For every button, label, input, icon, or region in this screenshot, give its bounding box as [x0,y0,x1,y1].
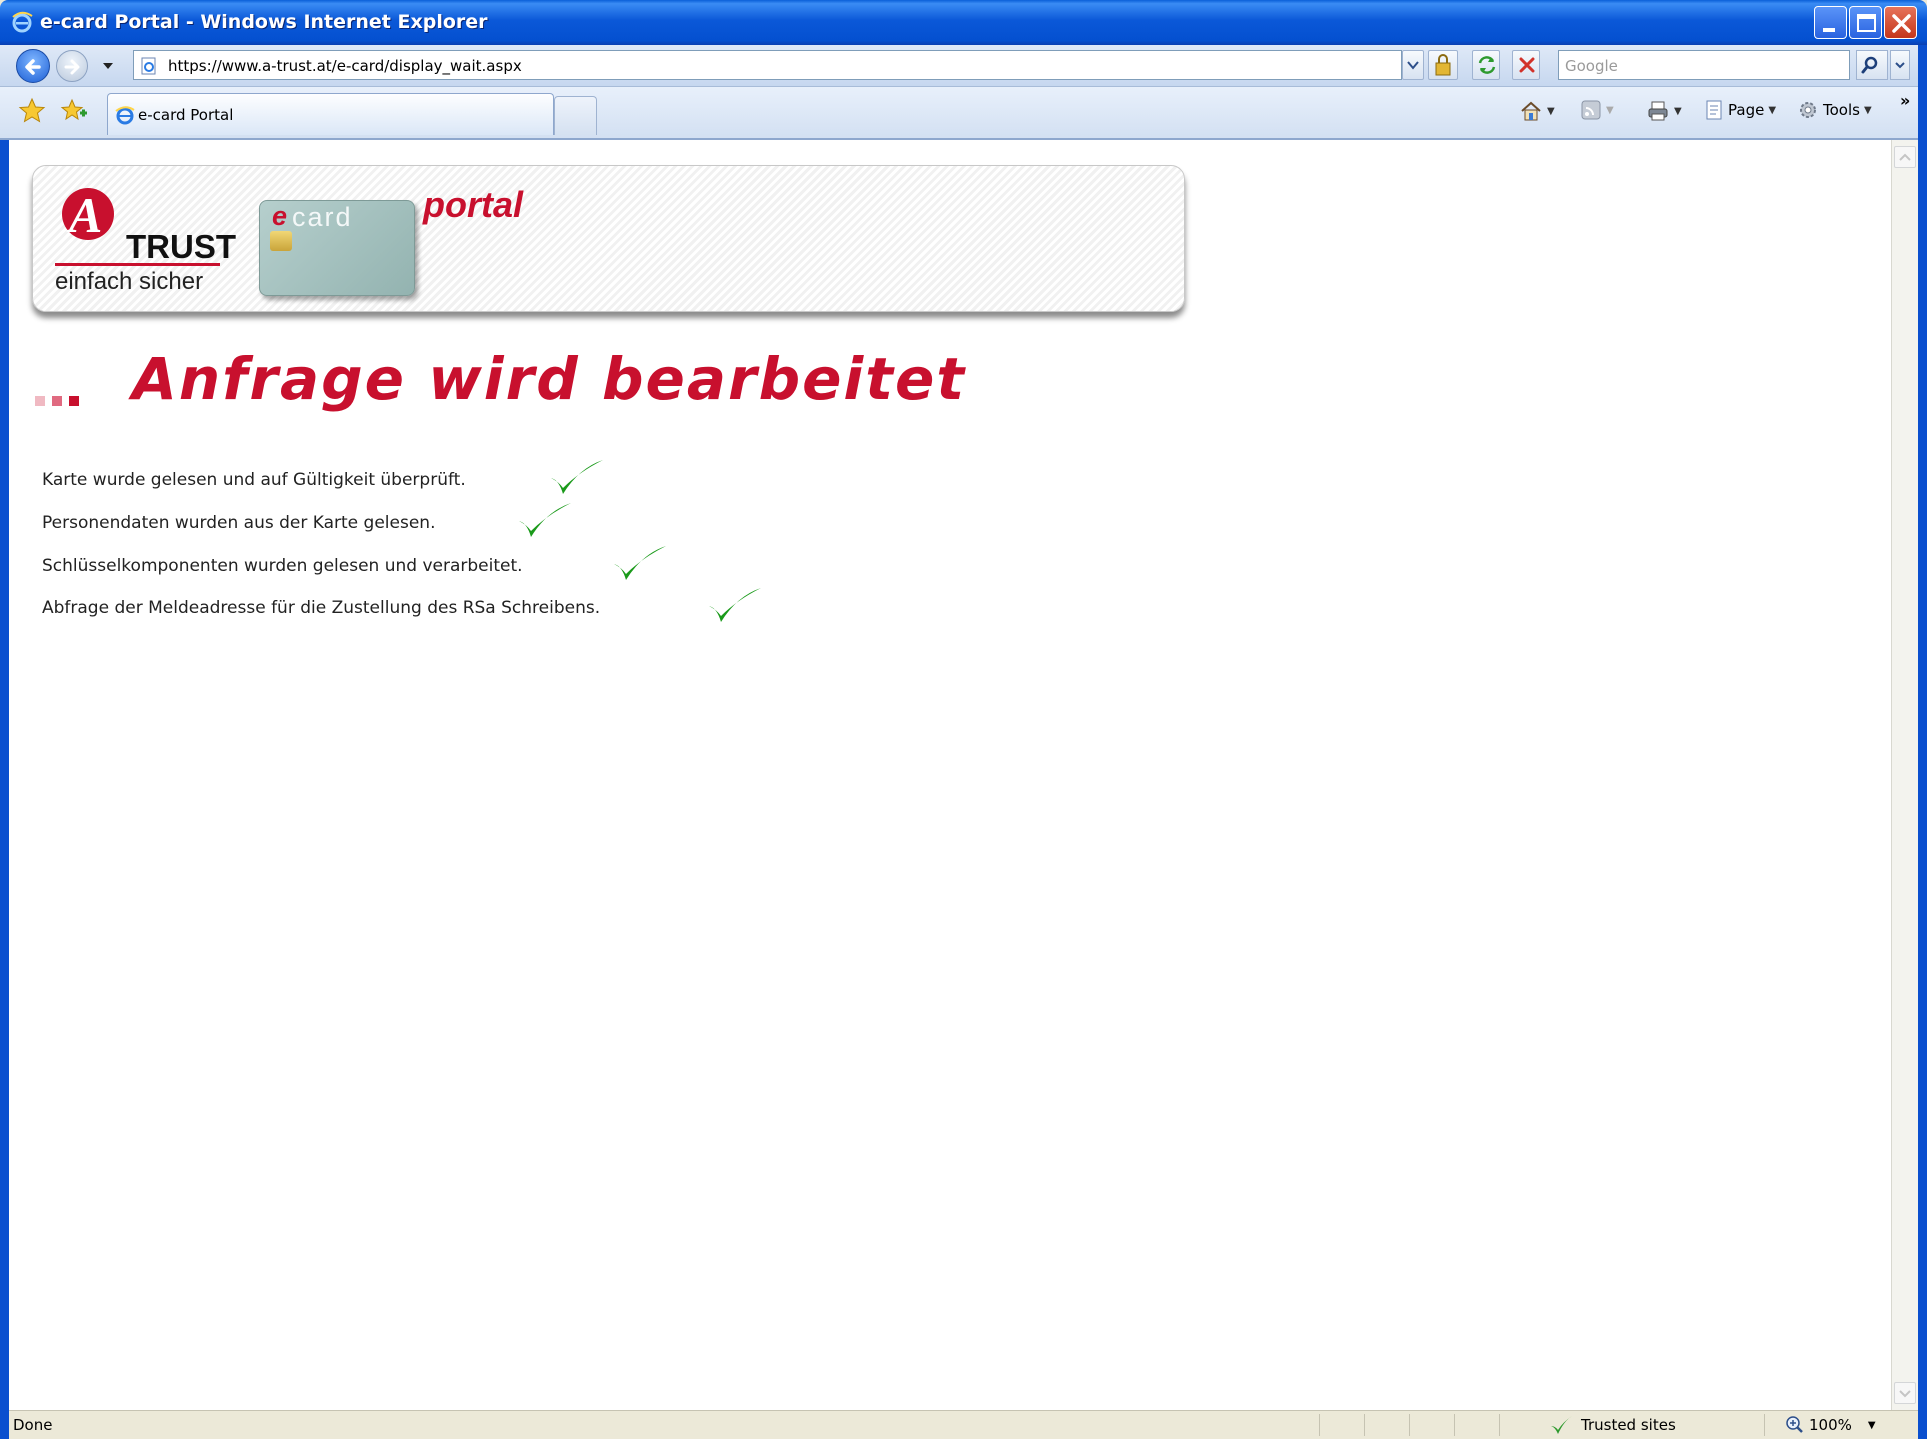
home-icon [1521,101,1541,121]
security-lock-button[interactable] [1428,50,1458,80]
portal-label: portal [423,184,524,225]
search-placeholder: Google [1565,57,1618,75]
status-line-3: Schlüsselkomponenten wurden gelesen und … [42,556,523,576]
page-menu-label: Page [1728,101,1765,119]
status-separator [1409,1414,1410,1436]
status-text: Done [13,1416,53,1434]
close-button[interactable] [1884,6,1917,39]
forward-arrow-icon [64,59,80,75]
search-input[interactable]: Google [1558,50,1850,80]
status-separator [1454,1414,1455,1436]
tools-menu-label: Tools [1823,101,1860,119]
forward-button[interactable] [56,50,88,82]
page-icon [1706,100,1722,120]
ecard-image: e card [259,200,415,296]
feeds-icon [1581,100,1601,120]
window-frame-left [0,140,9,1439]
status-separator [1499,1414,1500,1436]
address-toolbar: https://www.a-trust.at/e-card/display_wa… [0,45,1927,87]
portal-banner: A TRUST einfach sicher e card portal [32,165,1185,312]
browser-window: e-card Portal - Windows Internet Explore… [0,0,1927,1439]
status-line-4: Abfrage der Meldeadresse für die Zustell… [42,598,601,618]
zone-label: Trusted sites [1581,1416,1676,1434]
status-line-1: Karte wurde gelesen und auf Gültigkeit ü… [42,470,466,490]
logo-word: TRUST [126,228,236,265]
status-separator [1364,1414,1365,1436]
search-icon [1861,56,1878,74]
gear-icon [1800,102,1816,118]
chevron-down-icon [1895,62,1905,69]
zoom-control[interactable]: 100% ▼ [1785,1415,1876,1435]
search-button[interactable] [1856,50,1888,80]
title-bar: e-card Portal - Windows Internet Explore… [0,0,1927,45]
back-button[interactable] [16,49,50,83]
window-title: e-card Portal - Windows Internet Explore… [40,11,488,33]
security-zone[interactable]: Trusted sites [1549,1414,1676,1436]
url-text: https://www.a-trust.at/e-card/display_wa… [168,57,522,75]
page-menu-button[interactable]: Page ▼ [1704,99,1776,121]
a-trust-logo-icon: A [62,187,114,243]
address-dropdown-button[interactable] [1402,50,1424,80]
ecard-suffix: card [292,202,353,232]
logo-underline [55,263,220,266]
scroll-down-button[interactable] [1894,1382,1916,1404]
zoom-dropdown-chevron-icon[interactable]: ▼ [1868,1420,1876,1431]
checkmark-icon [551,460,603,494]
recent-pages-dropdown[interactable] [103,63,113,71]
ie-logo-icon [12,11,33,33]
search-options-button[interactable] [1890,50,1910,80]
tab-ecard-portal[interactable]: e-card Portal [107,93,554,135]
checkmark-icon [614,546,666,580]
printer-icon [1648,101,1668,121]
status-bar: Done Trusted sites 100% ▼ [9,1410,1918,1439]
logo-tagline: einfach sicher [55,268,204,295]
favorites-star-icon[interactable] [18,97,46,125]
home-button[interactable]: ▼ [1519,99,1555,123]
window-frame-right [1918,45,1927,1439]
chevron-up-icon [1899,153,1911,161]
stop-icon [1519,57,1535,73]
ecard-prefix: e [272,201,288,231]
chevron-down-icon [1899,1390,1911,1398]
status-separator [1319,1414,1320,1436]
checkmark-icon [519,503,571,537]
ie-page-icon [141,57,156,75]
refresh-button[interactable] [1472,50,1500,80]
status-line-2: Personendaten wurden aus der Karte geles… [42,513,436,533]
status-separator [1764,1414,1765,1436]
chevron-down-icon [1407,61,1419,70]
logo-letter: A [66,187,102,243]
new-tab-button[interactable] [554,96,597,135]
tab-label: e-card Portal [138,106,234,124]
maximize-button[interactable] [1849,6,1882,39]
vertical-scrollbar[interactable] [1891,140,1918,1410]
minimize-icon [1823,28,1835,32]
checkmark-icon [709,588,761,622]
stop-button[interactable] [1512,50,1540,80]
address-field[interactable]: https://www.a-trust.at/e-card/display_wa… [133,50,1402,80]
zoom-icon [1786,1416,1803,1433]
back-arrow-icon [25,59,41,75]
print-button[interactable]: ▼ [1646,99,1682,123]
scroll-up-button[interactable] [1894,146,1916,168]
feeds-button[interactable]: ▼ [1580,99,1614,121]
tab-toolbar: e-card Portal ▼ ▼ ▼ Page ▼ Tools ▼ » [0,87,1927,140]
checkmark-icon [1551,1416,1572,1434]
add-favorites-icon[interactable] [60,97,88,125]
ie-page-icon [115,106,135,125]
maximize-icon [1857,14,1876,32]
refresh-icon [1478,56,1496,74]
minimize-button[interactable] [1814,6,1847,39]
close-icon [1892,14,1911,33]
zoom-level: 100% [1809,1416,1852,1434]
page-content: A TRUST einfach sicher e card portal Anf… [9,140,1891,1410]
heading-dots [35,396,79,406]
card-chip-icon [270,231,292,251]
toolbar-overflow-chevron-icon[interactable]: » [1900,91,1910,110]
lock-icon [1435,54,1451,76]
tools-menu-button[interactable]: Tools ▼ [1797,99,1872,121]
page-heading: Anfrage wird bearbeitet [132,345,967,413]
